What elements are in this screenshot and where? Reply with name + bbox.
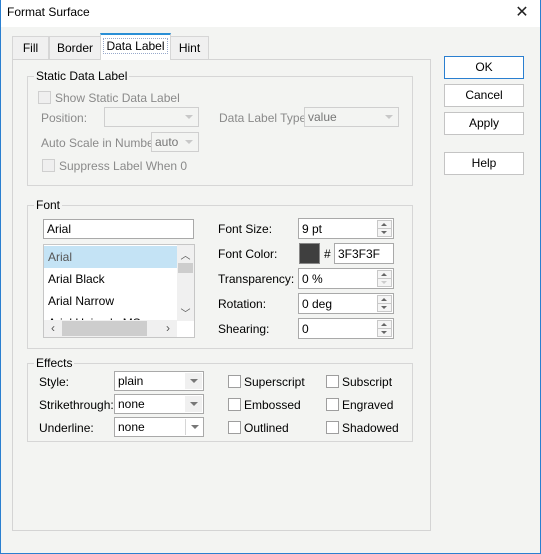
spin-up-icon[interactable]	[378, 271, 391, 279]
underline-value: none	[118, 420, 145, 434]
shadowed-checkbox[interactable]	[326, 421, 339, 434]
engraved-checkbox[interactable]	[326, 398, 339, 411]
superscript-label: Superscript	[244, 375, 305, 389]
style-label: Style:	[39, 375, 70, 389]
title-bar: Format Surface ✕	[1, 0, 540, 27]
chevron-down-icon	[180, 134, 197, 150]
static-data-label-group-label: Static Data Label	[34, 69, 130, 83]
shadowed-label: Shadowed	[342, 421, 399, 435]
suppress-label-label: Suppress Label When 0	[59, 159, 188, 173]
engraved-label: Engraved	[342, 398, 394, 412]
help-button[interactable]: Help	[444, 152, 524, 175]
spin-down-icon[interactable]	[378, 229, 391, 237]
suppress-label-checkbox[interactable]	[42, 159, 55, 172]
shearing-value: 0	[302, 322, 309, 336]
scroll-up-icon[interactable]: ︿	[177, 247, 194, 262]
shearing-spinner[interactable]: 0	[298, 318, 394, 339]
chevron-down-icon	[185, 419, 202, 435]
scroll-thumb[interactable]	[62, 321, 147, 336]
font-color-swatch[interactable]	[299, 243, 320, 264]
subscript-label: Subscript	[342, 375, 393, 389]
transparency-label: Transparency:	[218, 272, 295, 286]
tab-data-label-label: Data Label	[103, 38, 168, 54]
chevron-down-icon	[185, 396, 202, 412]
embossed-label: Embossed	[244, 398, 301, 412]
tab-fill[interactable]: Fill	[12, 36, 49, 59]
window-title: Format Surface	[7, 5, 90, 19]
font-list-horizontal-scrollbar[interactable]: ‹ ›	[44, 320, 177, 337]
chevron-down-icon	[180, 109, 197, 125]
font-name-input[interactable]	[43, 219, 194, 239]
outlined-label: Outlined	[244, 421, 289, 435]
format-surface-dialog: Format Surface ✕ Fill Border Data Label …	[0, 0, 541, 554]
font-list-item[interactable]: Arial	[44, 246, 177, 268]
transparency-value: 0 %	[302, 272, 323, 286]
position-label: Position:	[41, 111, 88, 125]
chevron-down-icon	[185, 373, 202, 389]
ok-button[interactable]: OK	[444, 56, 524, 79]
spin-up-icon[interactable]	[378, 221, 391, 229]
font-list-item[interactable]: Arial Black	[44, 268, 177, 290]
tab-fill-label: Fill	[22, 41, 39, 55]
font-color-hex-input[interactable]	[334, 243, 394, 264]
tab-data-label[interactable]: Data Label	[100, 33, 171, 60]
font-size-label: Font Size:	[218, 222, 273, 236]
spin-down-icon[interactable]	[378, 329, 391, 337]
embossed-checkbox[interactable]	[228, 398, 241, 411]
scroll-left-icon[interactable]: ‹	[46, 320, 60, 337]
tab-border-label: Border	[56, 41, 94, 55]
font-list-item[interactable]: Arial Narrow	[44, 290, 177, 312]
spin-up-icon[interactable]	[378, 321, 391, 329]
font-size-value: 9 pt	[302, 222, 323, 236]
apply-button[interactable]: Apply	[444, 112, 524, 135]
spin-up-icon[interactable]	[378, 296, 391, 304]
auto-scale-value: auto	[155, 135, 179, 149]
strikethrough-label: Strikethrough:	[39, 398, 114, 412]
font-list[interactable]: Arial Arial Black Arial Narrow Arial Uni…	[43, 244, 195, 338]
tab-hint-label: Hint	[178, 41, 201, 55]
data-label-type-select[interactable]: value	[304, 107, 399, 127]
data-label-type-value: value	[308, 110, 337, 124]
hash-symbol: #	[324, 247, 331, 261]
font-color-label: Font Color:	[218, 247, 278, 261]
cancel-button[interactable]: Cancel	[444, 84, 524, 107]
style-select[interactable]: plain	[114, 371, 204, 391]
outlined-checkbox[interactable]	[228, 421, 241, 434]
superscript-checkbox[interactable]	[228, 375, 241, 388]
chevron-down-icon	[380, 109, 397, 125]
font-size-spinner[interactable]: 9 pt	[298, 218, 394, 239]
underline-label: Underline:	[39, 421, 94, 435]
scroll-down-icon[interactable]: ﹀	[177, 305, 194, 320]
strikethrough-select[interactable]: none	[114, 394, 204, 414]
transparency-spinner[interactable]: 0 %	[298, 268, 394, 289]
close-icon[interactable]: ✕	[510, 2, 534, 24]
rotation-value: 0 deg	[302, 297, 333, 311]
font-group-label: Font	[34, 198, 63, 212]
auto-scale-label: Auto Scale in Number:	[41, 136, 162, 150]
scroll-right-icon[interactable]: ›	[161, 320, 175, 337]
spin-down-icon[interactable]	[378, 304, 391, 312]
underline-select[interactable]: none	[114, 417, 204, 437]
spin-down-icon[interactable]	[378, 279, 391, 287]
style-value: plain	[118, 374, 144, 388]
auto-scale-select[interactable]: auto	[151, 132, 199, 152]
effects-group-label: Effects	[34, 356, 75, 370]
data-label-type-label: Data Label Type:	[219, 111, 310, 125]
strikethrough-value: none	[118, 397, 145, 411]
shearing-label: Shearing:	[218, 322, 270, 336]
subscript-checkbox[interactable]	[326, 375, 339, 388]
font-list-vertical-scrollbar[interactable]: ︿ ﹀	[177, 245, 194, 321]
scroll-thumb[interactable]	[178, 263, 193, 273]
rotation-spinner[interactable]: 0 deg	[298, 293, 394, 314]
tab-hint[interactable]: Hint	[170, 36, 209, 59]
show-static-data-label-checkbox[interactable]	[38, 91, 51, 104]
show-static-data-label-label: Show Static Data Label	[55, 91, 180, 105]
rotation-label: Rotation:	[218, 297, 267, 311]
tab-border[interactable]: Border	[49, 36, 101, 59]
position-select[interactable]	[104, 107, 199, 127]
